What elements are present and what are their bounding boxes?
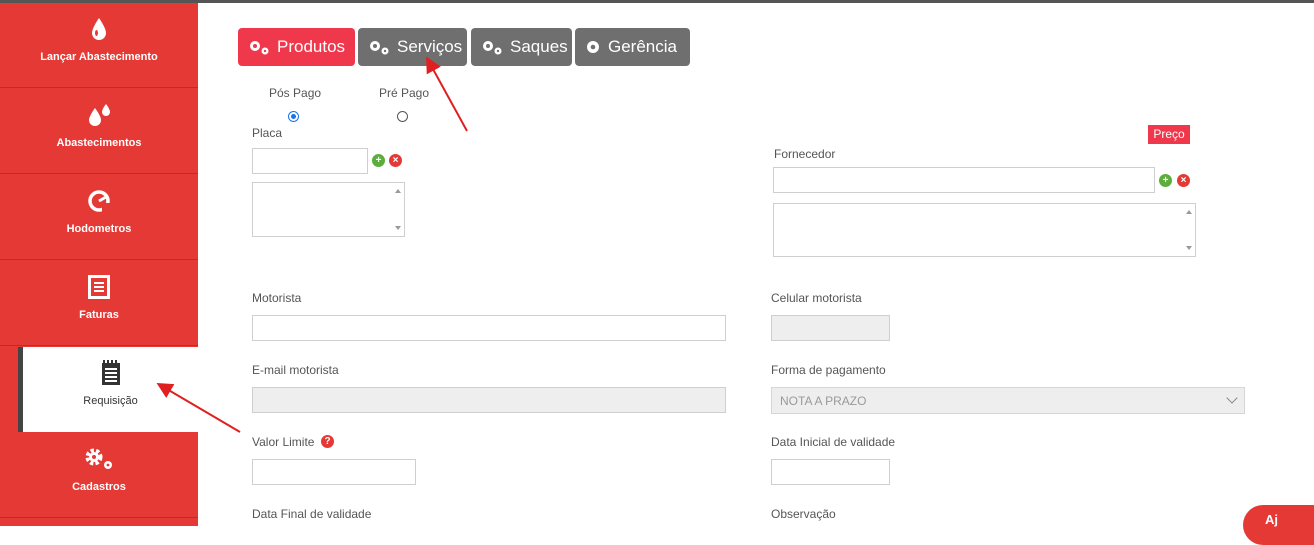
forma-pagamento-label: Forma de pagamento xyxy=(771,363,886,377)
sidebar-item-abastecimentos[interactable]: Abastecimentos xyxy=(0,89,198,174)
radio-pos-pago[interactable] xyxy=(288,111,299,122)
gears-icon xyxy=(481,39,503,55)
sidebar-item-hodometros[interactable]: Hodometros xyxy=(0,175,198,260)
celular-label: Celular motorista xyxy=(771,291,862,305)
sidebar-item-faturas[interactable]: Faturas xyxy=(0,261,198,346)
help-chat-label: Aj xyxy=(1265,512,1278,527)
sidebar-item-label: Lançar Abastecimento xyxy=(40,51,158,63)
data-final-label: Data Final de validade xyxy=(252,507,372,521)
fornecedor-list[interactable] xyxy=(773,203,1196,257)
tab-produtos[interactable]: Produtos xyxy=(238,28,355,66)
valor-limite-input[interactable] xyxy=(252,459,416,485)
tab-label: Produtos xyxy=(277,37,346,56)
valor-limite-label: Valor Limite xyxy=(252,435,315,449)
scroll-down-icon[interactable] xyxy=(395,226,401,230)
preco-badge[interactable]: Preço xyxy=(1148,125,1190,144)
remove-fornecedor-button[interactable]: × xyxy=(1177,174,1190,187)
forma-pagamento-value: NOTA A PRAZO xyxy=(780,394,867,408)
gear-icon xyxy=(585,39,601,55)
tab-label: Saques xyxy=(510,37,568,56)
help-icon[interactable]: ? xyxy=(321,435,334,448)
arrow-to-servicos xyxy=(426,56,468,132)
remove-placa-button[interactable]: × xyxy=(389,154,402,167)
sidebar-item-label: Requisição xyxy=(83,395,138,407)
fornecedor-input[interactable] xyxy=(773,167,1155,193)
placa-list[interactable] xyxy=(252,182,405,237)
radio-label-pos-pago: Pós Pago xyxy=(269,86,322,100)
placa-label: Placa xyxy=(252,126,283,140)
observacao-label: Observação xyxy=(771,507,836,521)
sidebar-item-label: Abastecimentos xyxy=(56,137,142,149)
help-chat-button[interactable]: Aj xyxy=(1243,505,1314,545)
gears-icon xyxy=(368,39,390,55)
scroll-down-icon[interactable] xyxy=(1186,246,1192,250)
sidebar-item-label: Faturas xyxy=(79,309,119,321)
scroll-up-icon[interactable] xyxy=(1186,210,1192,214)
email-input xyxy=(252,387,726,413)
drop-icon xyxy=(0,15,198,43)
data-inicial-input[interactable] xyxy=(771,459,890,485)
sidebar-item-label: Hodometros xyxy=(66,223,132,235)
radio-pre-pago[interactable] xyxy=(397,111,408,122)
tab-label: Serviços xyxy=(397,37,463,56)
sidebar-item-lancar-abastecimento[interactable]: Lançar Abastecimento xyxy=(0,3,198,88)
email-label: E-mail motorista xyxy=(252,363,339,377)
gears-icon xyxy=(248,39,270,55)
tab-label: Gerência xyxy=(608,37,677,56)
gauge-icon xyxy=(0,187,198,215)
fornecedor-label: Fornecedor xyxy=(774,147,836,161)
celular-input xyxy=(771,315,890,341)
tab-saques[interactable]: Saques xyxy=(471,28,572,66)
placa-input[interactable] xyxy=(252,148,368,174)
tab-gerencia[interactable]: Gerência xyxy=(575,28,690,66)
sidebar: Lançar Abastecimento Abastecimentos Hodo… xyxy=(0,3,198,526)
radio-label-pre-pago: Pré Pago xyxy=(379,86,430,100)
forma-pagamento-select[interactable]: NOTA A PRAZO xyxy=(771,387,1245,414)
motorista-label: Motorista xyxy=(252,291,302,305)
add-placa-button[interactable]: + xyxy=(372,154,385,167)
sidebar-item-cadastros[interactable]: Cadastros xyxy=(0,433,198,518)
sidebar-item-requisicao[interactable]: Requisição xyxy=(18,347,198,432)
tab-servicos[interactable]: Serviços xyxy=(358,28,467,66)
motorista-input[interactable] xyxy=(252,315,726,341)
scroll-up-icon[interactable] xyxy=(395,189,401,193)
gears-icon xyxy=(0,445,198,473)
requisition-icon xyxy=(23,359,198,387)
chevron-down-icon xyxy=(1226,392,1238,404)
drops-icon xyxy=(0,101,198,129)
invoice-icon xyxy=(0,273,198,301)
add-fornecedor-button[interactable]: + xyxy=(1159,174,1172,187)
sidebar-item-label: Cadastros xyxy=(72,481,126,493)
data-inicial-label: Data Inicial de validade xyxy=(771,435,896,449)
